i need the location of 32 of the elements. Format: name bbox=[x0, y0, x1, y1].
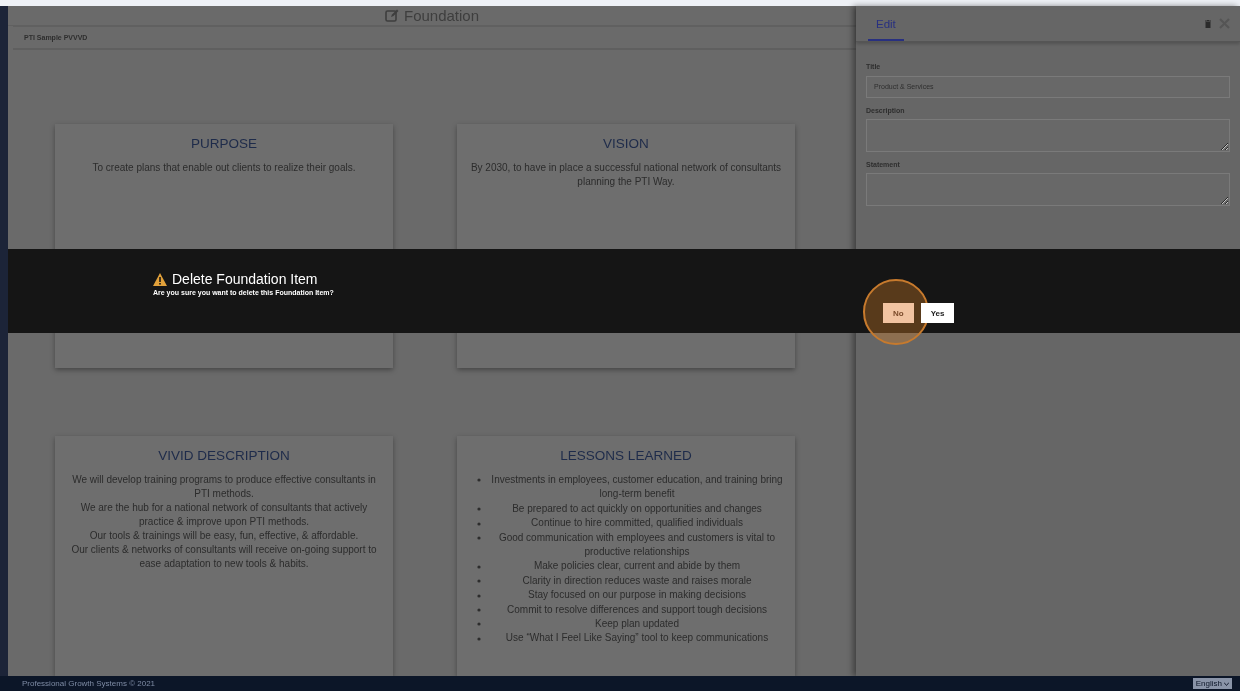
list-item-text: Good communication with employees and customers is vital to productive relationships bbox=[497, 530, 777, 560]
dialog-title: Delete Foundation Item bbox=[172, 271, 318, 287]
warning-icon bbox=[153, 272, 167, 286]
list-item-text: Commit to resolve differences and support tough decisions bbox=[506, 602, 768, 617]
list-item-text: Keep plan updated bbox=[594, 617, 680, 632]
yes-button[interactable]: Yes bbox=[920, 303, 955, 323]
chevron-down-icon bbox=[1224, 681, 1229, 686]
list-item-text: Make policies clear, current and abide by them bbox=[532, 559, 742, 574]
text-area-field[interactable] bbox=[866, 118, 1230, 152]
edit-icon bbox=[384, 9, 399, 23]
trash-icon[interactable] bbox=[1205, 19, 1211, 28]
language-select[interactable]: English bbox=[1192, 678, 1232, 689]
card-title: VIVID DESCRIPTION bbox=[157, 448, 291, 463]
bullet-icon bbox=[477, 536, 481, 540]
list-item-text: Investments in employees, customer education, and training bring long-term benefit bbox=[491, 473, 783, 502]
card-text: To create plans that enable out clients to realize their goals. bbox=[91, 161, 357, 175]
bullet-icon bbox=[477, 608, 481, 612]
list-item-text: Clarity in direction reduces waste and raises morale bbox=[521, 573, 753, 588]
card-title: VISION bbox=[602, 136, 650, 151]
copyright-text: Professional Growth Systems © 2021 bbox=[22, 679, 156, 688]
card-text: Our tools & trainings will be easy, fun, effective, & affordable. bbox=[88, 529, 360, 543]
list-item-text: Stay focused on our purpose in making decisions bbox=[527, 588, 747, 603]
no-button[interactable]: No bbox=[883, 303, 914, 323]
list-item-text: Be prepared to act quickly on opportunities and changes bbox=[511, 501, 763, 516]
card-title: LESSONS LEARNED bbox=[559, 448, 693, 463]
card-text: We will develop training programs to produce effective consultants in PTI methods. bbox=[71, 473, 377, 501]
list-item-text: Continue to hire committed, qualified individuals bbox=[530, 516, 744, 531]
card-text: By 2030, to have in place a successful national network of consultants planning the PTI Way. bbox=[469, 161, 783, 189]
card-text: Our clients & networks of consultants will receive on-going support to ease adaptation to new tools & habits. bbox=[70, 543, 378, 571]
text-area-field[interactable] bbox=[866, 172, 1230, 206]
card-text: We are the hub for a national network of consultants that actively practice & improve upon PTI methods. bbox=[79, 501, 369, 529]
card-title: PURPOSE bbox=[190, 136, 258, 151]
